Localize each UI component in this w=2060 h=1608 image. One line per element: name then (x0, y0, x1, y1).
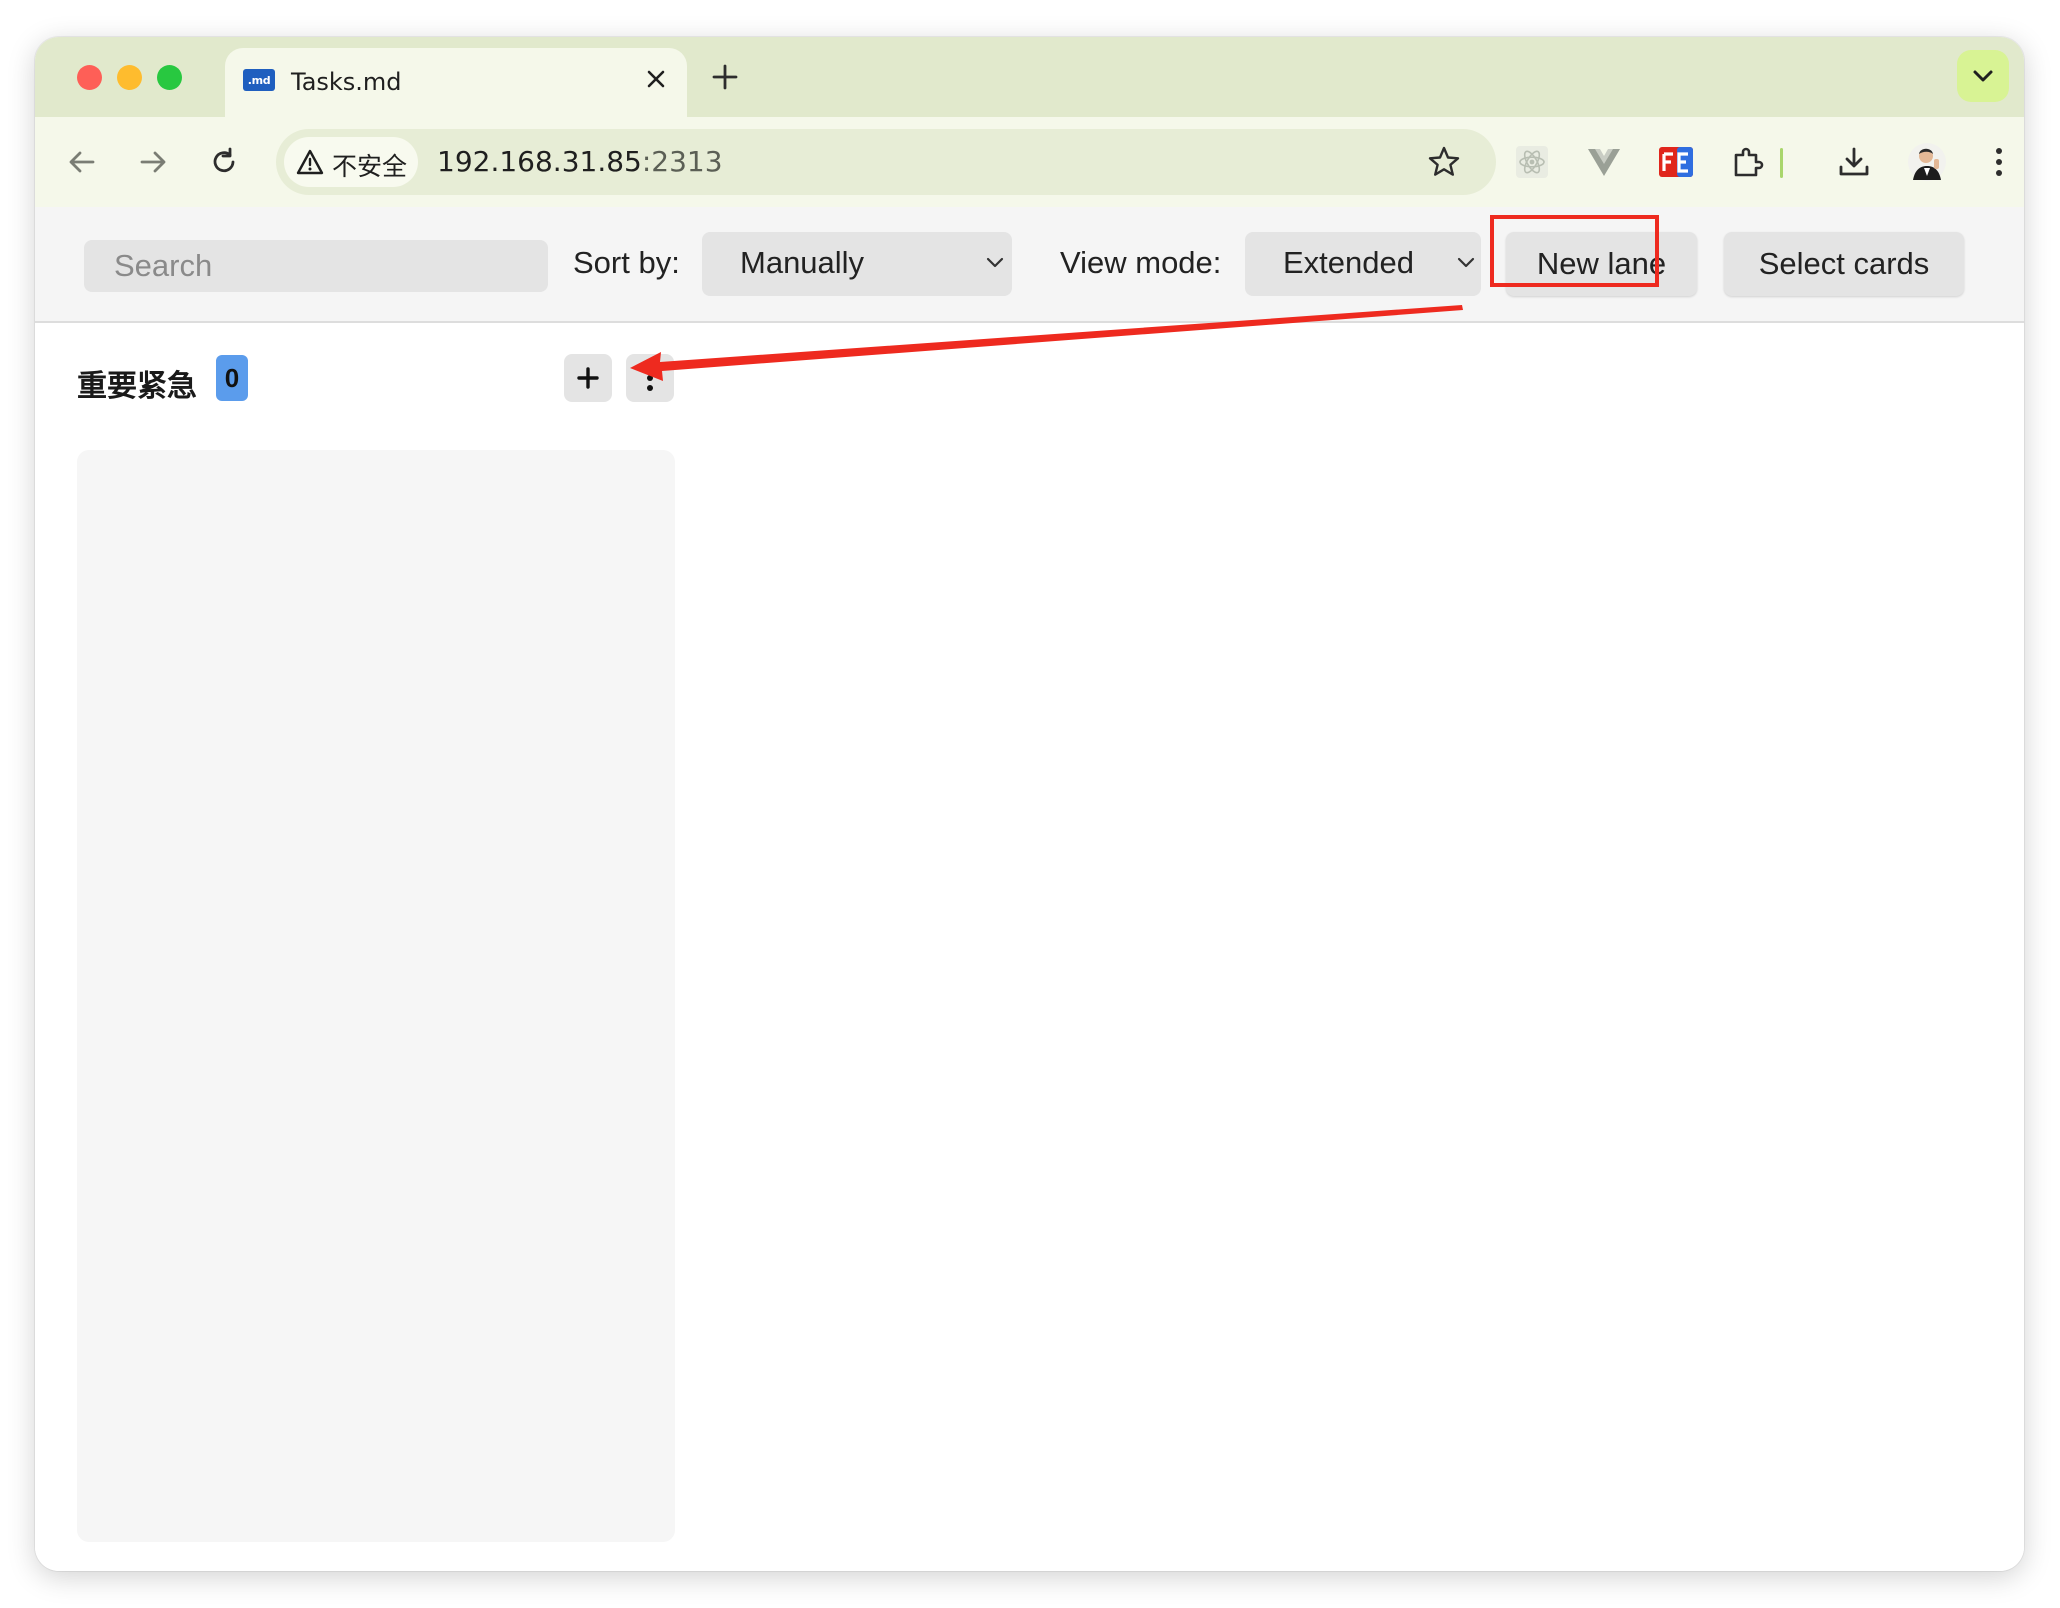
tasks-app: Sort by: Manually View mode: Extended Ne… (35, 207, 2024, 1571)
close-window-button[interactable] (77, 65, 102, 90)
lane-options-button[interactable] (626, 354, 674, 402)
select-cards-button[interactable]: Select cards (1724, 232, 1964, 296)
lane-cards-area[interactable] (77, 450, 675, 1542)
url-text[interactable]: 192.168.31.85:2313 (437, 145, 723, 178)
markdown-file-icon: .md (243, 69, 275, 91)
react-devtools-icon[interactable] (1512, 142, 1552, 182)
sort-by-label: Sort by: (573, 245, 680, 280)
browser-window: .md Tasks.md 不安全 192.168.31.85:2313 Sear… (35, 37, 2024, 1571)
add-card-button[interactable] (564, 354, 612, 402)
address-bar[interactable]: 不安全 192.168.31.85:2313 (276, 129, 1496, 195)
toolbar-divider (1780, 148, 1783, 178)
reload-icon[interactable] (204, 142, 244, 182)
forward-arrow-icon[interactable] (133, 142, 173, 182)
search-input[interactable] (84, 240, 548, 292)
minimize-window-button[interactable] (117, 65, 142, 90)
tab-title: Tasks.md (291, 68, 402, 96)
chevron-down-icon (986, 257, 1004, 268)
warning-triangle-icon (296, 149, 324, 175)
more-vertical-icon[interactable] (1979, 142, 2019, 182)
fehelper-icon[interactable] (1656, 142, 1696, 182)
sort-by-select[interactable]: Manually (702, 232, 1012, 296)
sort-by-value: Manually (740, 245, 865, 280)
bookmark-star-icon[interactable] (1426, 144, 1462, 180)
back-arrow-icon[interactable] (62, 142, 102, 182)
tab-tasks-md[interactable]: .md Tasks.md (225, 48, 687, 117)
url-host: 192.168.31.85 (437, 145, 642, 178)
url-port: :2313 (641, 145, 723, 178)
plus-icon (577, 367, 599, 389)
tab-strip: .md Tasks.md (35, 37, 2024, 117)
view-mode-value: Extended (1283, 245, 1414, 280)
chevron-down-icon (1973, 70, 1993, 82)
lane-card-count-badge: 0 (216, 355, 248, 401)
vue-devtools-icon[interactable] (1584, 142, 1624, 182)
view-mode-select[interactable]: Extended (1245, 232, 1481, 296)
tab-search-button[interactable] (1957, 50, 2009, 102)
download-icon[interactable] (1834, 142, 1874, 182)
lane-title[interactable]: 重要紧急 (77, 361, 197, 405)
browser-toolbar: 不安全 192.168.31.85:2313 (35, 117, 2024, 207)
close-icon[interactable] (641, 64, 671, 94)
profile-avatar[interactable] (1907, 142, 1947, 182)
security-chip[interactable]: 不安全 (284, 137, 418, 187)
more-vertical-icon (647, 365, 653, 391)
chevron-down-icon (1457, 257, 1475, 268)
view-mode-label: View mode: (1060, 245, 1222, 280)
security-label: 不安全 (332, 152, 408, 181)
zoom-window-button[interactable] (157, 65, 182, 90)
app-header-bar: Sort by: Manually View mode: Extended Ne… (35, 207, 2024, 323)
new-tab-plus-icon[interactable] (706, 58, 744, 96)
new-lane-button[interactable]: New lane (1506, 232, 1697, 296)
extensions-puzzle-icon[interactable] (1728, 142, 1768, 182)
